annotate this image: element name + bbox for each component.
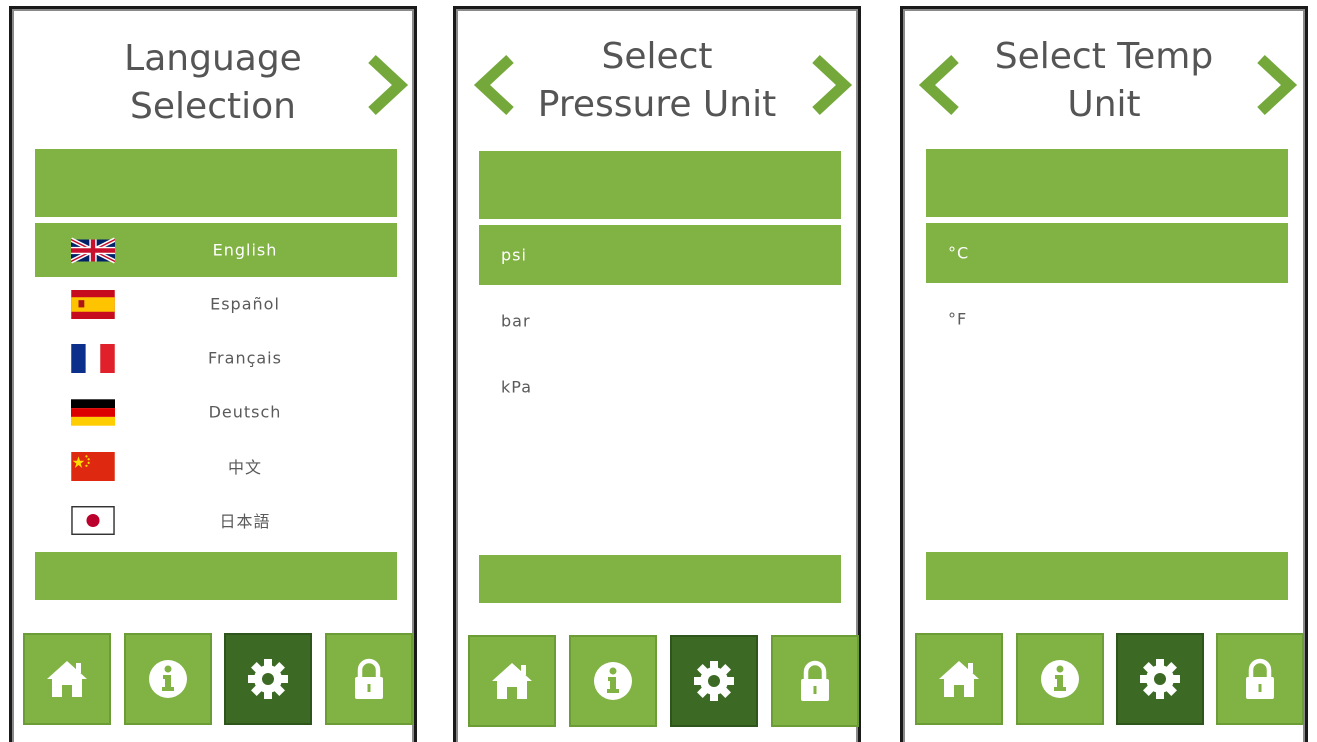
lock-button[interactable] [325,633,413,725]
screen-title: Select Temp Unit [994,36,1214,125]
gear-icon [694,661,734,701]
home-button[interactable] [915,633,1003,725]
pressure-unit-screen: Select Pressure Unit psi bar kPa [453,6,861,742]
temp-unit-screen: Select Temp Unit °C °F [900,6,1308,742]
language-option-chinese[interactable]: 中文 [35,439,397,493]
unit-label: psi [501,245,527,265]
language-label: 中文 [227,458,262,477]
home-icon [492,663,532,699]
language-option-francais[interactable]: Français [35,331,397,385]
home-icon [939,661,979,697]
list-header-bar [479,151,841,219]
temp-option-fahrenheit[interactable]: °F [926,289,1288,349]
china-flag-icon [71,452,115,481]
info-icon [1041,660,1079,698]
uk-flag-icon [71,236,115,265]
pressure-option-kpa[interactable]: kPa [479,357,841,417]
japan-flag-icon [71,506,115,535]
list-footer-bar [479,555,841,603]
unit-label: °F [948,309,968,329]
spain-flag-icon [71,290,115,319]
list-footer-bar [35,552,397,600]
france-flag-icon [71,344,115,373]
lock-icon [1246,658,1274,699]
settings-button[interactable] [670,635,758,727]
next-arrow-icon[interactable] [1251,53,1299,117]
list-footer-bar [926,552,1288,600]
info-button[interactable] [1016,633,1104,725]
language-option-japanese[interactable]: 日本語 [35,493,397,547]
info-icon [594,662,632,700]
list-header-bar [35,149,397,217]
language-label: English [212,240,278,260]
info-button[interactable] [569,635,657,727]
screen-title: Select Pressure Unit [537,36,777,125]
pressure-option-psi[interactable]: psi [479,225,841,285]
temp-option-celsius[interactable]: °C [926,223,1288,283]
language-option-deutsch[interactable]: Deutsch [35,385,397,439]
language-label: 日本語 [219,512,271,531]
language-option-espanol[interactable]: Español [35,277,397,331]
lock-button[interactable] [771,635,859,727]
home-icon [47,661,87,697]
home-button[interactable] [468,635,556,727]
home-button[interactable] [23,633,111,725]
next-arrow-icon[interactable] [806,53,854,117]
language-label: Français [208,348,282,368]
back-arrow-icon[interactable] [472,53,520,117]
screen-title: Language Selection [124,38,302,127]
info-icon [149,660,187,698]
pressure-option-bar[interactable]: bar [479,291,841,351]
lock-icon [355,658,383,699]
unit-label: bar [501,311,531,331]
unit-label: °C [948,243,970,263]
language-selection-screen: Language Selection English Español Franç… [9,6,417,742]
settings-button[interactable] [224,633,312,725]
next-arrow-icon[interactable] [362,53,410,117]
language-option-english[interactable]: English [35,223,397,277]
language-label: Deutsch [208,402,282,422]
gear-icon [1140,659,1180,699]
lock-button[interactable] [1216,633,1304,725]
settings-button[interactable] [1116,633,1204,725]
info-button[interactable] [124,633,212,725]
lock-icon [801,660,829,701]
list-header-bar [926,149,1288,217]
unit-label: kPa [501,377,532,397]
gear-icon [248,659,288,699]
language-label: Español [210,294,280,314]
germany-flag-icon [71,398,115,427]
back-arrow-icon[interactable] [917,53,965,117]
